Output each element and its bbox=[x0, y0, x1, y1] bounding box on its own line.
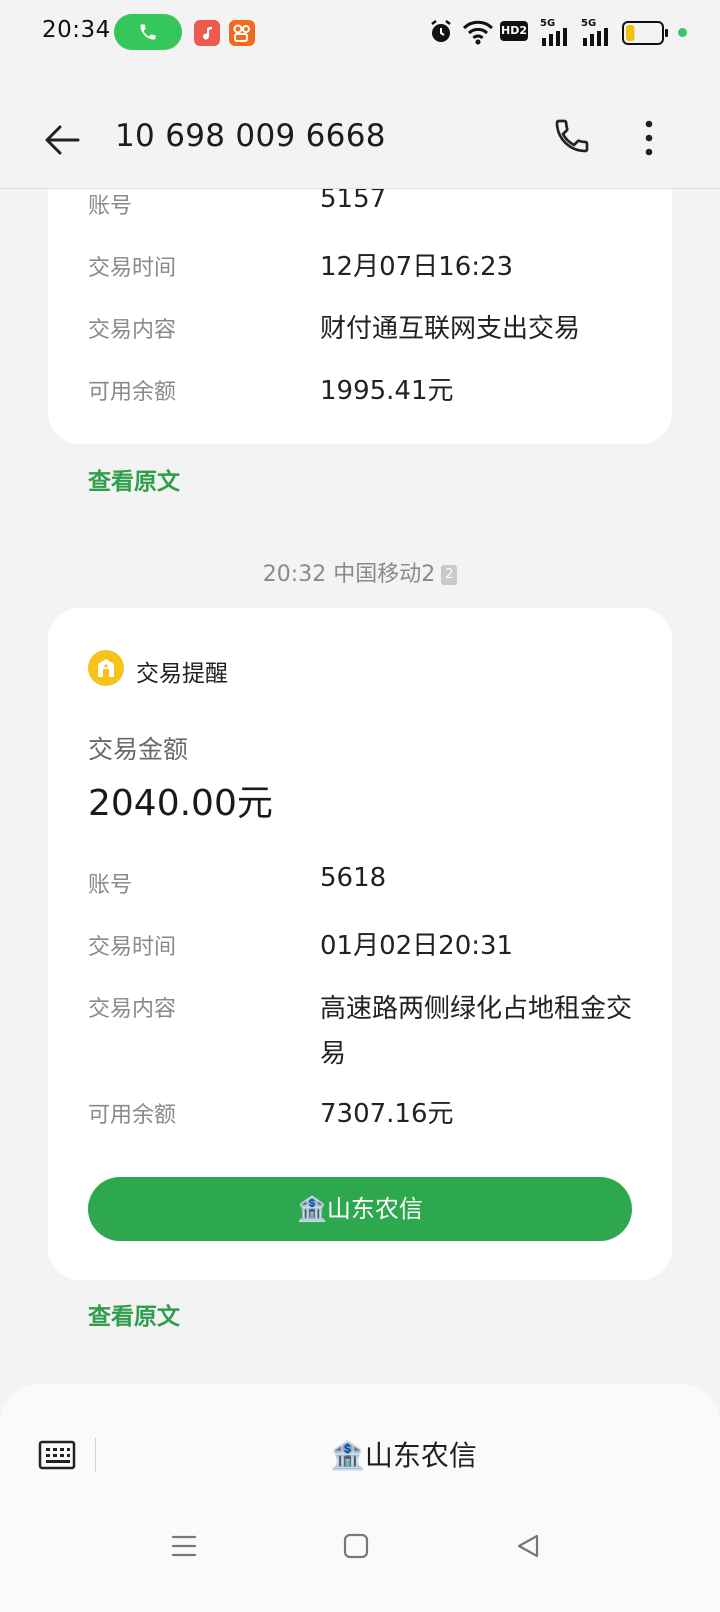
alarm-icon bbox=[431, 20, 451, 42]
row-value-content: 财付通互联网支出交易 bbox=[320, 314, 581, 344]
music-app-icon bbox=[194, 20, 220, 46]
bank-icon bbox=[88, 650, 124, 686]
battery-icon bbox=[622, 21, 668, 45]
row-label-content: 交易内容 bbox=[88, 318, 177, 343]
amount-label: 交易金额 bbox=[88, 735, 189, 764]
conversation-header: 10 698 009 6668 bbox=[0, 92, 720, 189]
row-value-balance: 1995.41元 bbox=[320, 376, 454, 406]
row-value-content: 高速路两侧绿化占地租金交易 bbox=[320, 994, 633, 1069]
back-arrow-icon[interactable] bbox=[42, 120, 82, 160]
bottom-menu-bar: 🏦山东农信 bbox=[0, 1384, 720, 1612]
status-time: 20:34 bbox=[42, 17, 111, 43]
kuaishou-app-icon bbox=[229, 20, 255, 46]
row-label-content: 交易内容 bbox=[88, 997, 177, 1022]
row-value-balance: 7307.16元 bbox=[320, 1099, 454, 1129]
bank-menu-button[interactable]: 🏦山东农信 bbox=[88, 1177, 632, 1241]
row-value-time: 01月02日20:31 bbox=[320, 931, 514, 961]
more-vert-icon[interactable] bbox=[643, 118, 655, 158]
row-label-balance: 可用余额 bbox=[88, 1103, 177, 1128]
row-label-balance: 可用余额 bbox=[88, 380, 177, 405]
row-value-account: 5618 bbox=[320, 863, 387, 893]
row-value-time: 12月07日16:23 bbox=[320, 252, 514, 282]
nav-back-icon[interactable] bbox=[514, 1532, 542, 1560]
call-active-indicator[interactable] bbox=[114, 14, 182, 50]
row-label-account: 账号 bbox=[88, 873, 133, 898]
hd-icon: HD2 bbox=[500, 21, 528, 41]
amount-value: 2040.00元 bbox=[88, 783, 273, 824]
privacy-indicator-dot bbox=[678, 28, 687, 37]
phone-icon[interactable] bbox=[552, 116, 592, 156]
bottom-menu-item[interactable]: 🏦山东农信 bbox=[330, 1434, 477, 1474]
message-timestamp: 20:32 中国移动2 2 bbox=[0, 556, 720, 588]
sim-card-icon: 2 bbox=[441, 565, 458, 585]
nav-home-icon[interactable] bbox=[342, 1532, 370, 1560]
row-label-account: 账号 bbox=[88, 194, 133, 219]
conversation-title: 10 698 009 6668 bbox=[115, 118, 386, 154]
wifi-icon bbox=[462, 20, 494, 45]
status-bar: 20:34 HD2 5G 5G bbox=[0, 0, 720, 66]
row-label-time: 交易时间 bbox=[88, 935, 177, 960]
view-original-link[interactable]: 查看原文 bbox=[88, 462, 180, 496]
card-title: 交易提醒 bbox=[136, 661, 228, 687]
divider bbox=[95, 1438, 96, 1472]
call-active-icon bbox=[140, 24, 156, 40]
row-label-time: 交易时间 bbox=[88, 256, 177, 281]
nav-menu-icon[interactable] bbox=[170, 1532, 198, 1560]
keyboard-icon[interactable] bbox=[38, 1438, 76, 1472]
view-original-link[interactable]: 查看原文 bbox=[88, 1297, 180, 1331]
